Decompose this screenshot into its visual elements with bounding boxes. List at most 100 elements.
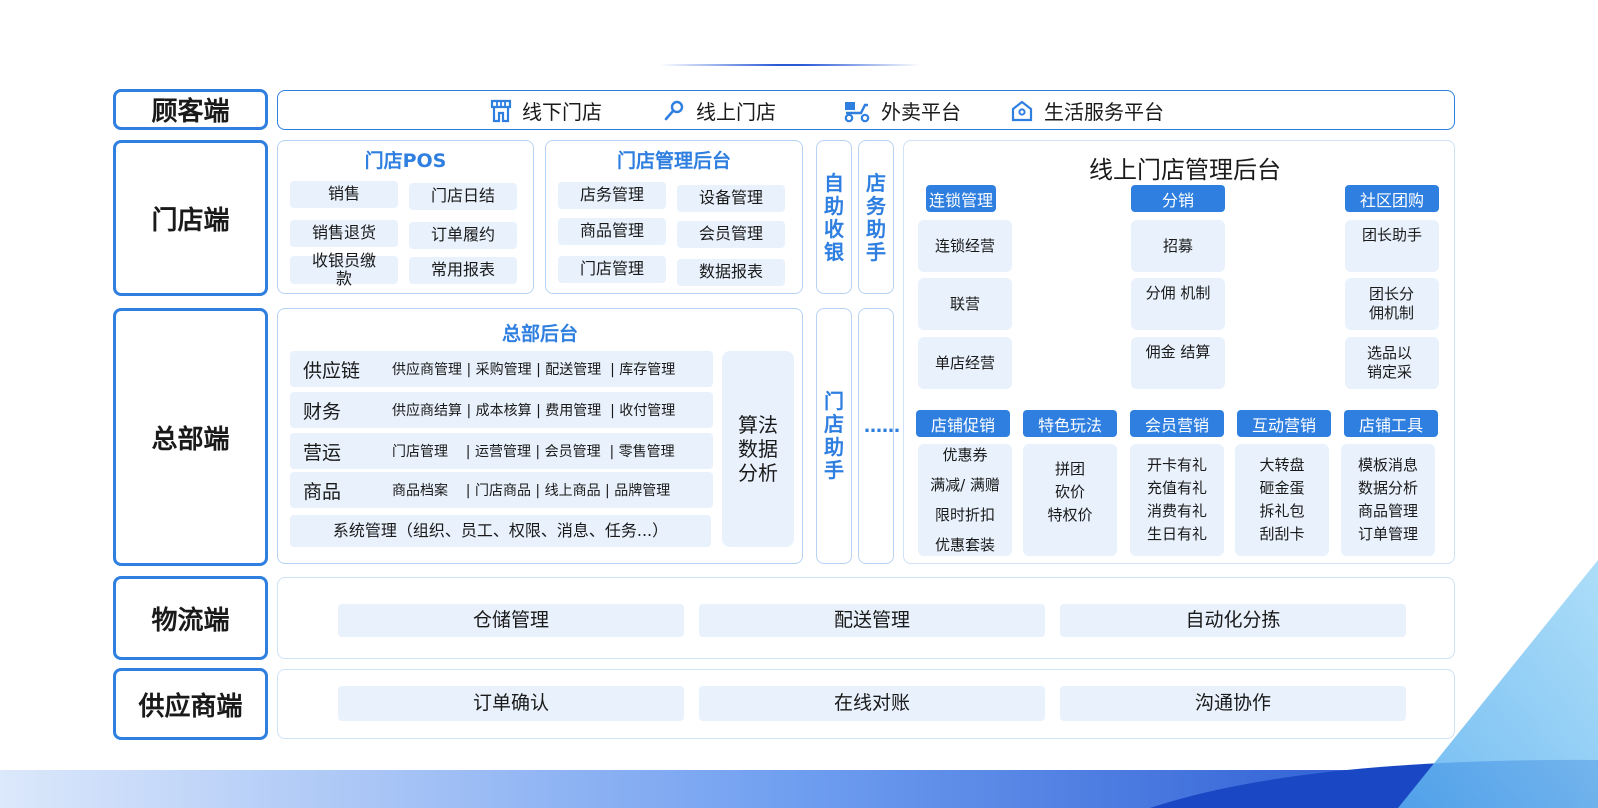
- store-promotion-header: 店铺促销: [916, 410, 1010, 437]
- logistics-item: 配送管理: [699, 604, 1045, 637]
- supplier-item: 在线对账: [699, 686, 1045, 721]
- supplier-item: 订单确认: [338, 686, 684, 721]
- store-tools-item: 商品管理: [1357, 502, 1418, 520]
- hq-row-operations: 营运 门店管理 | 运营管理 | 会员管理 | 零售管理: [290, 433, 713, 469]
- special-play-item: 拼团: [1054, 460, 1085, 478]
- member-marketing-item: 生日有礼: [1146, 525, 1207, 543]
- community-item: 团长助手: [1345, 220, 1439, 272]
- admin-item: 设备管理: [677, 185, 785, 212]
- hq-system-management: 系统管理（组织、员工、权限、消息、任务...）: [290, 515, 711, 547]
- special-play-item: 特权价: [1047, 506, 1093, 524]
- distribution-item: 招募: [1131, 220, 1225, 272]
- interactive-marketing-header: 互动营销: [1237, 410, 1331, 437]
- logistics-item: 自动化分拣: [1060, 604, 1406, 637]
- hq-row-items: 商品档案 | 门店商品 | 线上商品 | 品牌管理: [392, 483, 671, 499]
- hq-row-category: 商品: [303, 480, 342, 503]
- pos-item: 门店日结: [409, 183, 517, 210]
- top-divider-line: [660, 64, 920, 66]
- channel-label: 生活服务平台: [1044, 100, 1164, 124]
- bottom-wave-decoration: [0, 759, 1598, 808]
- row-label-customer: 顾客端: [113, 89, 268, 130]
- community-item: 团长分佣机制: [1345, 278, 1439, 330]
- hq-row-items: 供应商结算 | 成本核算 | 费用管理 | 收付管理: [392, 403, 676, 419]
- more-ellipsis: ……: [864, 416, 900, 437]
- supplier-item: 沟通协作: [1060, 686, 1406, 721]
- hq-row-category: 财务: [303, 400, 342, 423]
- pos-item: 销售退货: [290, 220, 398, 247]
- promotion-item: 满减/ 满赠: [930, 476, 1000, 494]
- store-admin-title: 门店管理后台: [616, 150, 731, 172]
- pos-item: 常用报表: [409, 257, 517, 284]
- channel-label: 线下门店: [522, 100, 602, 124]
- store-pos-title: 门店POS: [364, 150, 447, 172]
- store-tools-list: 模板消息 数据分析 商品管理 订单管理: [1341, 444, 1435, 556]
- admin-item: 数据报表: [677, 259, 785, 286]
- interactive-marketing-item: 砸金蛋: [1259, 479, 1305, 497]
- member-marketing-item: 充值有礼: [1146, 479, 1207, 497]
- store-promotion-list: 优惠券 满减/ 满赠 限时折扣 优惠套装: [918, 444, 1012, 556]
- hq-row-items: 供应商管理 | 采购管理 | 配送管理 | 库存管理: [392, 362, 676, 378]
- member-marketing-list: 开卡有礼 充值有礼 消费有礼 生日有礼: [1130, 444, 1224, 556]
- channel-offline-store: 线下门店: [490, 96, 602, 125]
- pos-item: 收银员缴款: [290, 251, 398, 288]
- member-marketing-item: 开卡有礼: [1146, 456, 1207, 474]
- special-play-item: 砍价: [1054, 483, 1085, 501]
- admin-item: 会员管理: [677, 221, 785, 248]
- online-admin-title: 线上门店管理后台: [1089, 156, 1281, 184]
- hq-algorithm-analysis: 算法数据分析: [722, 351, 794, 547]
- row-label-hq: 总部端: [113, 308, 268, 566]
- hq-row-finance: 财务 供应商结算 | 成本核算 | 费用管理 | 收付管理: [290, 392, 713, 428]
- interactive-marketing-list: 大转盘 砸金蛋 拆礼包 刮刮卡: [1235, 444, 1329, 556]
- shop-assistant-label: 门店助手: [824, 389, 844, 482]
- pos-item: 销售: [290, 181, 398, 208]
- special-play-list: 拼团 砍价 特权价: [1023, 444, 1117, 556]
- member-marketing-header: 会员营销: [1130, 410, 1224, 437]
- special-play-header: 特色玩法: [1023, 410, 1117, 437]
- channel-life-service: 生活服务平台: [1010, 96, 1164, 125]
- channel-label: 线上门店: [696, 100, 776, 124]
- distribution-header: 分销: [1131, 185, 1225, 212]
- chain-item: 连锁经营: [918, 220, 1012, 272]
- admin-item: 门店管理: [558, 256, 666, 283]
- hq-row-supply-chain: 供应链 供应商管理 | 采购管理 | 配送管理 | 库存管理: [290, 351, 713, 387]
- store-tools-item: 数据分析: [1357, 479, 1418, 497]
- distribution-item: 分佣 机制: [1131, 278, 1225, 330]
- hq-row-category: 营运: [303, 441, 342, 464]
- admin-item: 商品管理: [558, 218, 666, 245]
- promotion-item: 优惠券: [942, 446, 988, 464]
- channel-label: 外卖平台: [881, 100, 961, 124]
- distribution-item: 佣金 结算: [1131, 337, 1225, 389]
- interactive-marketing-item: 刮刮卡: [1259, 525, 1305, 543]
- channel-online-store: 线上门店: [662, 96, 776, 125]
- storefront-icon: [490, 99, 512, 122]
- promotion-item: 优惠套装: [934, 536, 995, 554]
- self-checkout-label: 自助收银: [824, 171, 844, 264]
- store-tools-item: 模板消息: [1357, 456, 1418, 474]
- member-marketing-item: 消费有礼: [1146, 502, 1207, 520]
- hq-row-category: 供应链: [303, 359, 361, 382]
- chain-item: 联营: [918, 278, 1012, 330]
- chain-item: 单店经营: [918, 337, 1012, 389]
- pos-item: 订单履约: [409, 222, 517, 249]
- promotion-item: 限时折扣: [934, 506, 995, 524]
- admin-item: 店务管理: [558, 182, 666, 209]
- channel-takeout-platform: 外卖平台: [843, 96, 961, 125]
- delivery-scooter-icon: [844, 101, 870, 122]
- hq-row-products: 商品 商品档案 | 门店商品 | 线上商品 | 品牌管理: [290, 472, 713, 508]
- community-group-buy-header: 社区团购: [1345, 185, 1439, 212]
- row-label-store: 门店端: [113, 140, 268, 296]
- community-item: 选品以销定采: [1345, 337, 1439, 389]
- row-label-supplier: 供应商端: [113, 668, 268, 740]
- interactive-marketing-item: 拆礼包: [1259, 502, 1305, 520]
- logistics-item: 仓储管理: [338, 604, 684, 637]
- store-tools-header: 店铺工具: [1344, 410, 1438, 437]
- home-service-icon: [1011, 100, 1033, 121]
- store-assistant-label: 店务助手: [866, 171, 886, 264]
- store-tools-item: 订单管理: [1357, 525, 1418, 543]
- chain-management-header: 连锁管理: [926, 185, 996, 212]
- interactive-marketing-item: 大转盘: [1259, 456, 1305, 474]
- hq-title: 总部后台: [501, 323, 578, 345]
- link-icon: [664, 100, 684, 120]
- hq-row-items: 门店管理 | 运营管理 | 会员管理 | 零售管理: [392, 444, 675, 460]
- row-label-logistics: 物流端: [113, 576, 268, 660]
